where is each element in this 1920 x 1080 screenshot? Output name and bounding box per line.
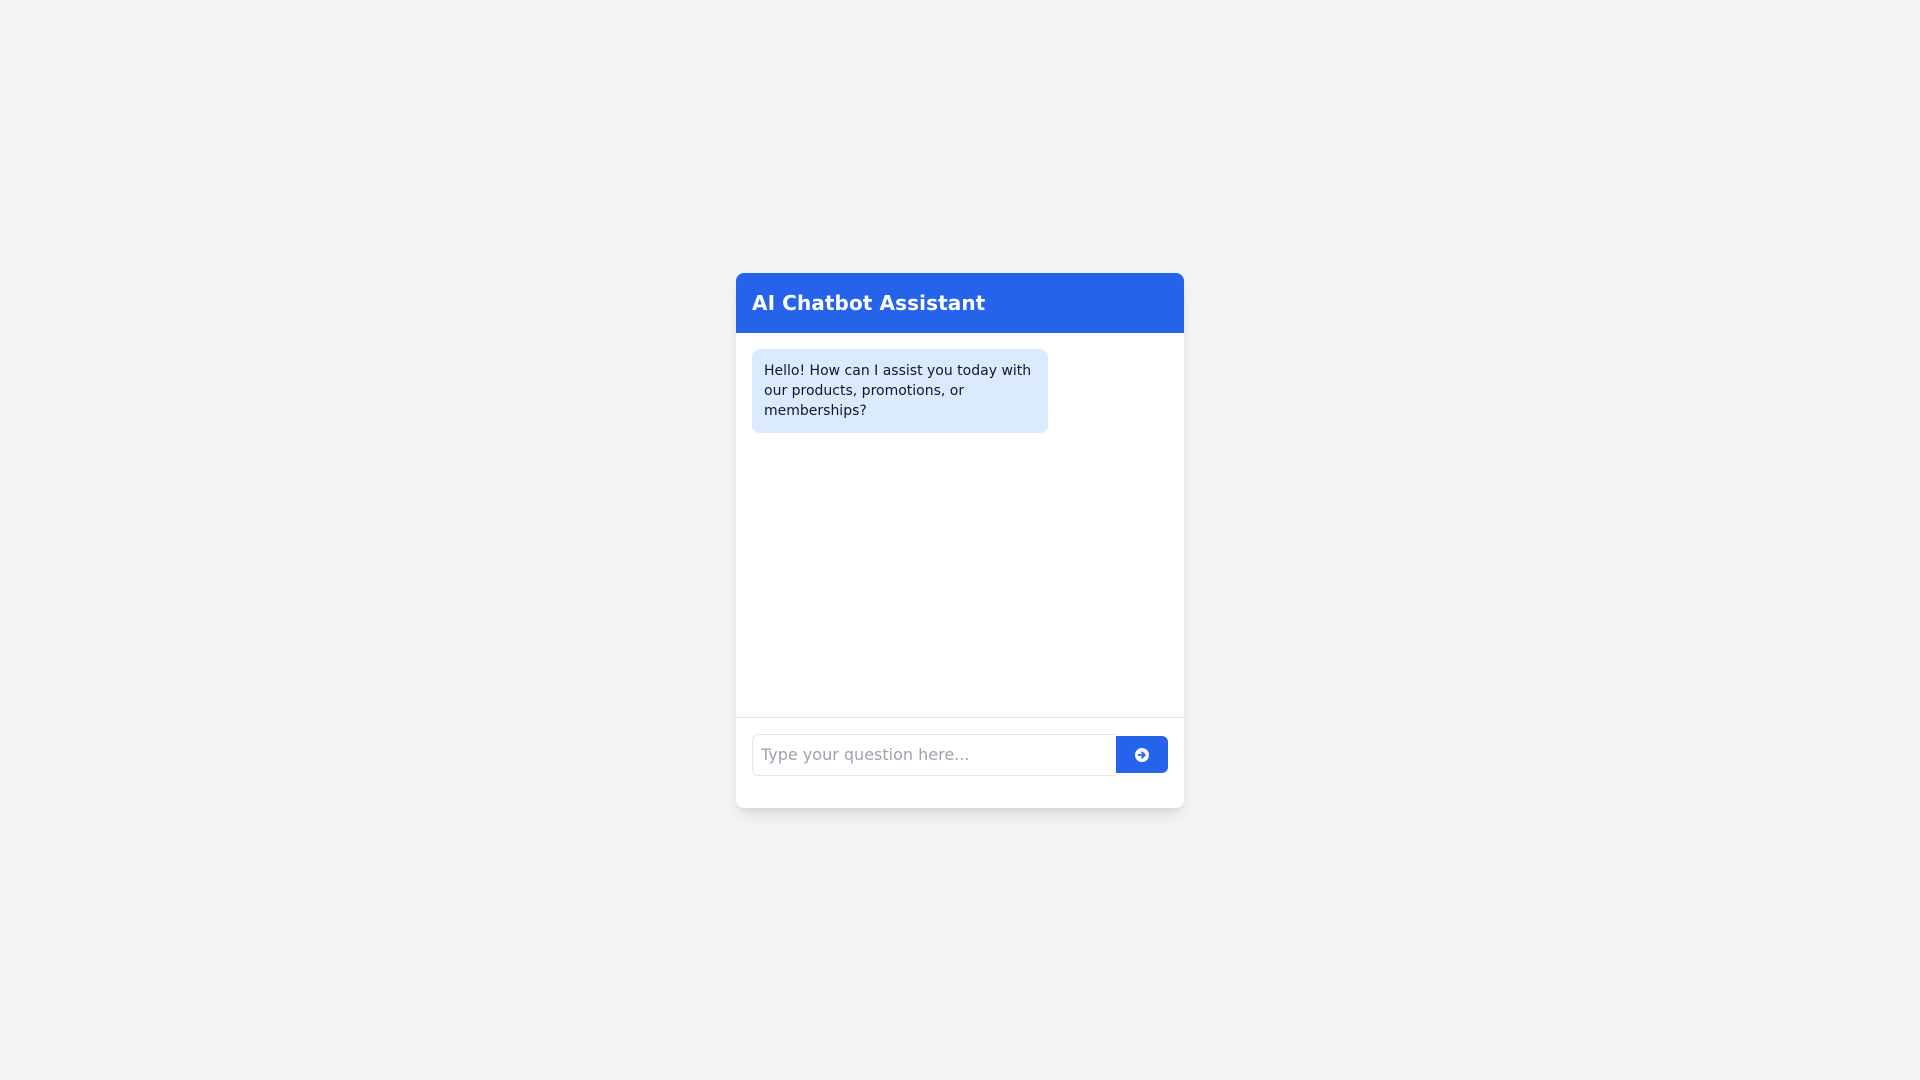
send-button[interactable] <box>1116 736 1168 773</box>
page-background: AI Chatbot Assistant Hello! How can I as… <box>0 0 1920 1080</box>
chat-window: AI Chatbot Assistant Hello! How can I as… <box>736 272 1184 808</box>
input-bar <box>736 716 1184 808</box>
chat-title: AI Chatbot Assistant <box>752 290 986 315</box>
chat-header: AI Chatbot Assistant <box>736 272 1184 333</box>
question-input[interactable] <box>752 733 1116 776</box>
arrow-circle-right-icon <box>1134 747 1150 763</box>
message-list[interactable]: Hello! How can I assist you today with o… <box>736 333 1184 717</box>
bot-message: Hello! How can I assist you today with o… <box>752 348 1048 433</box>
